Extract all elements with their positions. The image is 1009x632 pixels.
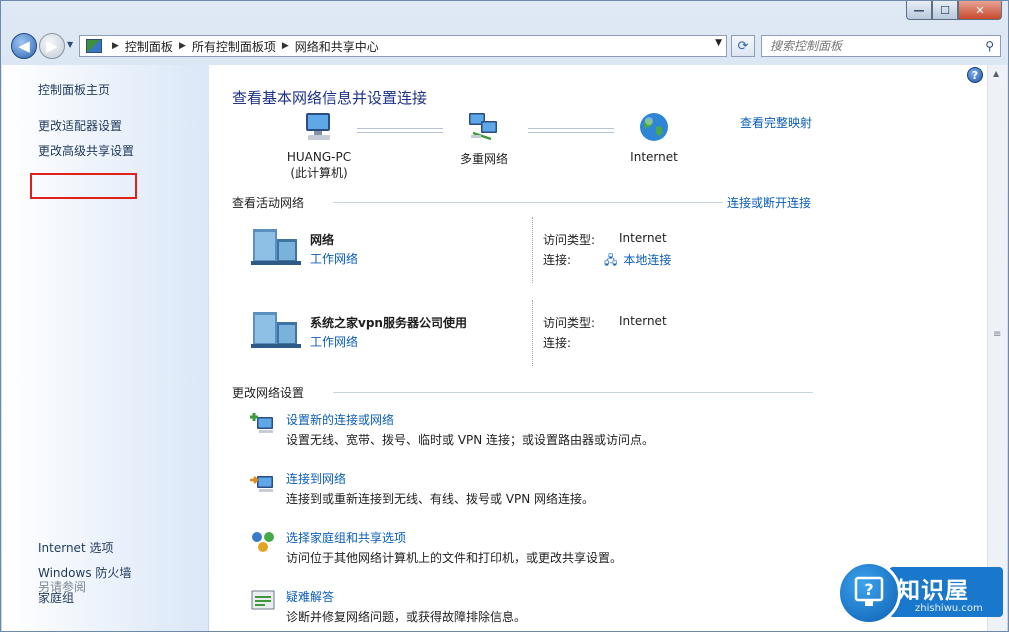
- breadcrumb-separator-icon[interactable]: ▶: [282, 41, 289, 51]
- network-building-icon: [251, 229, 301, 265]
- question-monitor-icon: ?: [837, 561, 901, 625]
- network-building-icon: [251, 312, 301, 348]
- task-title-link[interactable]: 选择家庭组和共享选项: [286, 529, 406, 546]
- sidebar-item-change-adapter-settings[interactable]: 更改适配器设置: [38, 117, 122, 134]
- vertical-scrollbar[interactable]: ▲ ≡: [987, 65, 1007, 631]
- sidebar-item-internet-options[interactable]: Internet 选项: [38, 539, 113, 556]
- task-homegroup-sharing: 选择家庭组和共享选项 访问位于其他网络计算机上的文件和打印机，或更改共享设置。: [249, 529, 809, 573]
- search-box[interactable]: ⚲: [761, 35, 1001, 57]
- close-button[interactable]: ✕: [958, 1, 1002, 20]
- task-connect-to-network: 连接到网络 连接到或重新连接到无线、有线、拨号或 VPN 网络连接。: [249, 470, 809, 514]
- scroll-up-icon[interactable]: ▲: [993, 69, 999, 78]
- new-connection-icon: [250, 413, 273, 433]
- active-network-1: 网络 工作网络 访问类型: Internet 连接: 🖧 本地连接: [249, 217, 809, 287]
- watermark-title: 知识屋: [897, 578, 969, 604]
- left-pane: 控制面板主页 更改适配器设置 更改高级共享设置 另请参阅 Internet 选项…: [2, 65, 208, 631]
- network-type-link[interactable]: 工作网络: [310, 333, 358, 350]
- main-content: ? 查看基本网络信息并设置连接 HUANG-PC (此计算机) 多重网络 Int…: [209, 65, 987, 631]
- active-network-2: 系统之家vpn服务器公司使用 工作网络 访问类型: Internet 连接:: [249, 300, 809, 370]
- task-title-link[interactable]: 连接到网络: [286, 470, 346, 487]
- back-button[interactable]: ◀: [11, 33, 37, 59]
- search-input[interactable]: [768, 38, 972, 54]
- breadcrumb-control-panel[interactable]: 控制面板: [125, 38, 173, 55]
- change-settings-heading: 更改网络设置: [232, 386, 305, 400]
- map-pc-sub: (此计算机): [290, 166, 348, 180]
- access-type-value: Internet: [619, 314, 667, 328]
- recent-pages-dropdown-icon[interactable]: ▼: [67, 40, 73, 49]
- map-middle-label: 多重网络: [459, 152, 508, 166]
- local-connection-link[interactable]: 本地连接: [623, 253, 671, 267]
- maximize-button[interactable]: ☐: [932, 1, 958, 20]
- globe-icon: [640, 113, 668, 141]
- breadcrumb-separator-icon[interactable]: ▶: [179, 41, 186, 51]
- window: — ☐ ✕ ◀ ▶ ▼ ▶ 控制面板 ▶ 所有控制面板项 ▶ 网络和共享中心 ▼…: [0, 0, 1009, 632]
- see-full-map-link[interactable]: 查看完整映射: [740, 114, 812, 131]
- search-icon[interactable]: ⚲: [985, 39, 994, 53]
- forward-button[interactable]: ▶: [39, 33, 65, 59]
- divider: [532, 217, 534, 283]
- control-panel-icon: [86, 39, 102, 53]
- sidebar-item-windows-firewall[interactable]: Windows 防火墙: [38, 564, 131, 581]
- refresh-button[interactable]: ⟳: [731, 35, 755, 57]
- map-internet-label: Internet: [630, 150, 678, 164]
- network-name: 系统之家vpn服务器公司使用: [310, 316, 467, 330]
- breadcrumb-separator-icon[interactable]: ▶: [112, 41, 119, 51]
- computer-icon: [306, 113, 330, 140]
- access-type-value: Internet: [619, 231, 667, 245]
- troubleshoot-icon: [251, 590, 275, 610]
- connect-network-icon: [250, 476, 273, 492]
- watermark-url: zhishiwu.com: [915, 603, 983, 614]
- connection-label: 连接:: [543, 336, 572, 350]
- highlight-box: [30, 173, 137, 199]
- network-name: 网络: [310, 233, 335, 247]
- window-controls: — ☐ ✕: [906, 1, 1002, 20]
- breadcrumb-all-items[interactable]: 所有控制面板项: [192, 38, 276, 55]
- sidebar-item-homegroup[interactable]: 家庭组: [38, 589, 74, 606]
- map-connector: [357, 128, 443, 133]
- minimize-button[interactable]: —: [906, 1, 932, 20]
- address-bar[interactable]: ▶ 控制面板 ▶ 所有控制面板项 ▶ 网络和共享中心 ▼: [79, 35, 727, 57]
- access-type-label: 访问类型:: [543, 316, 596, 330]
- network-type-link[interactable]: 工作网络: [310, 250, 358, 267]
- connect-disconnect-link[interactable]: 连接或断开连接: [727, 194, 811, 211]
- map-node-internet[interactable]: Internet: [614, 111, 694, 164]
- map-connector: [528, 128, 614, 133]
- task-description: 连接到或重新连接到无线、有线、拨号或 VPN 网络连接。: [286, 492, 595, 506]
- map-node-multiple-networks[interactable]: 多重网络: [444, 111, 524, 167]
- map-pc-name: HUANG-PC: [286, 150, 352, 164]
- watermark-logo: ? 知识屋 zhishiwu.com: [837, 559, 1007, 627]
- address-dropdown-icon[interactable]: ▼: [715, 38, 722, 48]
- active-networks-heading: 查看活动网络: [232, 196, 305, 210]
- connection-label: 连接:: [543, 253, 572, 267]
- map-node-computer[interactable]: HUANG-PC (此计算机): [279, 111, 359, 181]
- page-title: 查看基本网络信息并设置连接: [232, 89, 428, 107]
- help-icon[interactable]: ?: [967, 67, 983, 83]
- connection-value[interactable]: 🖧 本地连接: [604, 251, 671, 272]
- scroll-grip-icon[interactable]: ≡: [993, 329, 1001, 340]
- homegroup-icon: [252, 532, 274, 552]
- sidebar-item-control-panel-home[interactable]: 控制面板主页: [38, 81, 110, 98]
- task-description: 设置无线、宽带、拨号、临时或 VPN 连接；或设置路由器或访问点。: [286, 433, 655, 447]
- task-title-link[interactable]: 设置新的连接或网络: [286, 411, 394, 428]
- task-description: 访问位于其他网络计算机上的文件和打印机，或更改共享设置。: [286, 551, 623, 565]
- task-new-connection: 设置新的连接或网络 设置无线、宽带、拨号、临时或 VPN 连接；或设置路由器或访…: [249, 411, 809, 455]
- access-type-label: 访问类型:: [543, 233, 596, 247]
- divider: [333, 202, 723, 203]
- divider: [333, 392, 813, 393]
- task-title-link[interactable]: 疑难解答: [286, 588, 334, 605]
- svg-text:?: ?: [864, 580, 873, 599]
- ethernet-icon: 🖧: [604, 253, 618, 267]
- breadcrumb-network-center[interactable]: 网络和共享中心: [295, 38, 379, 55]
- divider: [532, 300, 534, 366]
- navigation-bar: ◀ ▶ ▼ ▶ 控制面板 ▶ 所有控制面板项 ▶ 网络和共享中心 ▼ ⟳ ⚲: [9, 31, 1002, 61]
- task-description: 诊断并修复网络问题，或获得故障排除信息。: [286, 610, 527, 624]
- sidebar-item-advanced-sharing[interactable]: 更改高级共享设置: [38, 142, 134, 159]
- multiple-networks-icon: [469, 113, 497, 141]
- task-troubleshoot: 疑难解答 诊断并修复网络问题，或获得故障排除信息。: [249, 588, 809, 631]
